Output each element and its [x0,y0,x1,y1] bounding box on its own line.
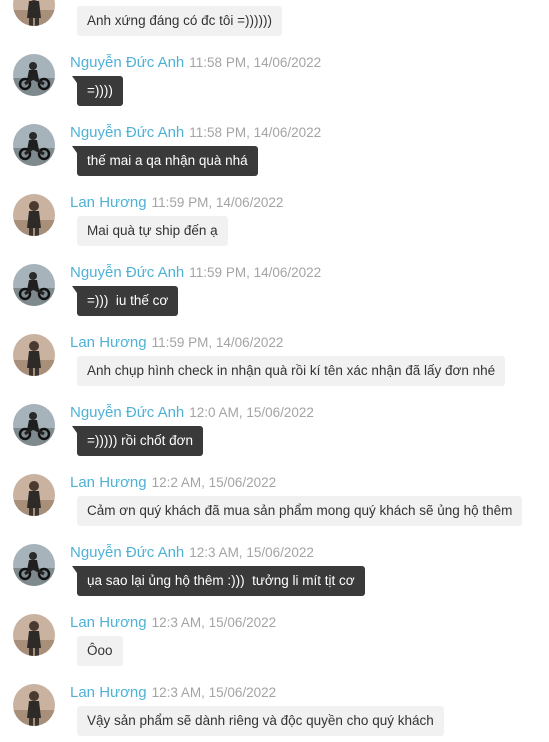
message-header: Lan Hương 12:2 AM, 15/06/2022 [70,475,276,491]
message-header: Lan Hương 12:3 AM, 15/06/2022 [70,615,276,631]
message-time: 12:3 AM, 15/06/2022 [151,615,277,630]
sender-name[interactable]: Nguyễn Đức Anh [70,544,184,561]
message-header [70,0,75,1]
sender-name[interactable]: Lan Hương [70,684,147,701]
woman-avatar[interactable] [13,194,55,236]
man-motorbike-avatar[interactable] [13,124,55,166]
message-time: 12:2 AM, 15/06/2022 [151,475,277,490]
message-item: Lan Hương 12:3 AM, 15/06/2022 Vậy sản phẩ… [0,672,549,742]
message-time: 12:0 AM, 15/06/2022 [189,405,314,420]
message-item: Lan Hương 12:3 AM, 15/06/2022 Ôoo [0,602,549,672]
sender-name[interactable]: Nguyễn Đức Anh [70,124,184,141]
message-bubble: Cảm ơn quý khách đã mua sản phẩm mong qu… [77,496,523,526]
message-header: Nguyễn Đức Anh 11:58 PM, 14/06/2022 [70,125,321,141]
message-time: 11:58 PM, 14/06/2022 [189,125,322,140]
message-item: Nguyễn Đức Anh 11:59 PM, 14/06/2022 =))) … [0,252,549,322]
woman-avatar[interactable] [13,334,55,376]
message-bubble: Ôoo [77,636,123,666]
message-bubble: =)))) [72,76,123,106]
message-header: Nguyễn Đức Anh 12:3 AM, 15/06/2022 [70,545,314,561]
sender-name[interactable]: Lan Hương [70,334,147,351]
man-motorbike-avatar[interactable] [13,54,55,96]
message-header: Nguyễn Đức Anh 11:59 PM, 14/06/2022 [70,265,321,281]
chat-log: Anh xứng đáng có đc tôi =)))))) Nguyễn Đ… [0,0,549,742]
message-bubble: Mai quà tự ship đến ạ [77,216,228,246]
man-motorbike-avatar[interactable] [13,264,55,306]
message-bubble: thế mai a qa nhận quà nhá [72,146,258,176]
message-item: Lan Hương 11:59 PM, 14/06/2022 Mai quà tự… [0,182,549,252]
sender-name[interactable]: Nguyễn Đức Anh [70,264,184,281]
message-time: 12:3 AM, 15/06/2022 [151,685,277,700]
sender-name[interactable]: Lan Hương [70,474,147,491]
message-bubble: ụa sao lại ủng hộ thêm :))) tưởng li mít… [72,566,365,596]
message-bubble: Anh chụp hình check in nhận quà rồi kí t… [77,356,506,386]
sender-name[interactable]: Nguyễn Đức Anh [70,54,184,71]
message-time: 11:59 PM, 14/06/2022 [189,265,322,280]
message-bubble: =))))) rồi chốt đơn [71,426,204,456]
man-motorbike-avatar[interactable] [13,544,55,586]
woman-avatar[interactable] [13,0,55,26]
message-header: Nguyễn Đức Anh 12:0 AM, 15/06/2022 [70,405,314,421]
message-bubble: Anh xứng đáng có đc tôi =)))))) [77,6,282,36]
message-header: Lan Hương 11:59 PM, 14/06/2022 [70,335,283,351]
message-item: Nguyễn Đức Anh 12:0 AM, 15/06/2022 =)))))… [0,392,549,462]
message-item: Nguyễn Đức Anh 12:3 AM, 15/06/2022 ụa sao… [0,532,549,602]
sender-name[interactable]: Lan Hương [70,614,147,631]
message-item: Nguyễn Đức Anh 11:58 PM, 14/06/2022 thế m… [0,112,549,182]
woman-avatar[interactable] [13,474,55,516]
message-time: 11:59 PM, 14/06/2022 [151,195,284,210]
message-item: Anh xứng đáng có đc tôi =)))))) [0,0,549,42]
sender-name[interactable]: Nguyễn Đức Anh [70,404,184,421]
message-item: Nguyễn Đức Anh 11:58 PM, 14/06/2022 =)))) [0,42,549,112]
man-motorbike-avatar[interactable] [13,404,55,446]
message-bubble: =))) iu thế cơ [71,286,179,316]
message-header: Lan Hương 11:59 PM, 14/06/2022 [70,195,283,211]
sender-name[interactable]: Lan Hương [70,194,147,211]
message-time: 11:59 PM, 14/06/2022 [151,335,284,350]
message-bubble: Vậy sản phẩm sẽ dành riêng và độc quyền … [77,706,444,736]
message-time: 11:58 PM, 14/06/2022 [189,55,322,70]
woman-avatar[interactable] [13,614,55,656]
message-item: Lan Hương 12:2 AM, 15/06/2022 Cảm ơn quý … [0,462,549,532]
message-time: 12:3 AM, 15/06/2022 [189,545,314,560]
message-item: Lan Hương 11:59 PM, 14/06/2022 Anh chụp h… [0,322,549,392]
woman-avatar[interactable] [13,684,55,726]
message-header: Nguyễn Đức Anh 11:58 PM, 14/06/2022 [70,55,321,71]
message-header: Lan Hương 12:3 AM, 15/06/2022 [70,685,276,701]
